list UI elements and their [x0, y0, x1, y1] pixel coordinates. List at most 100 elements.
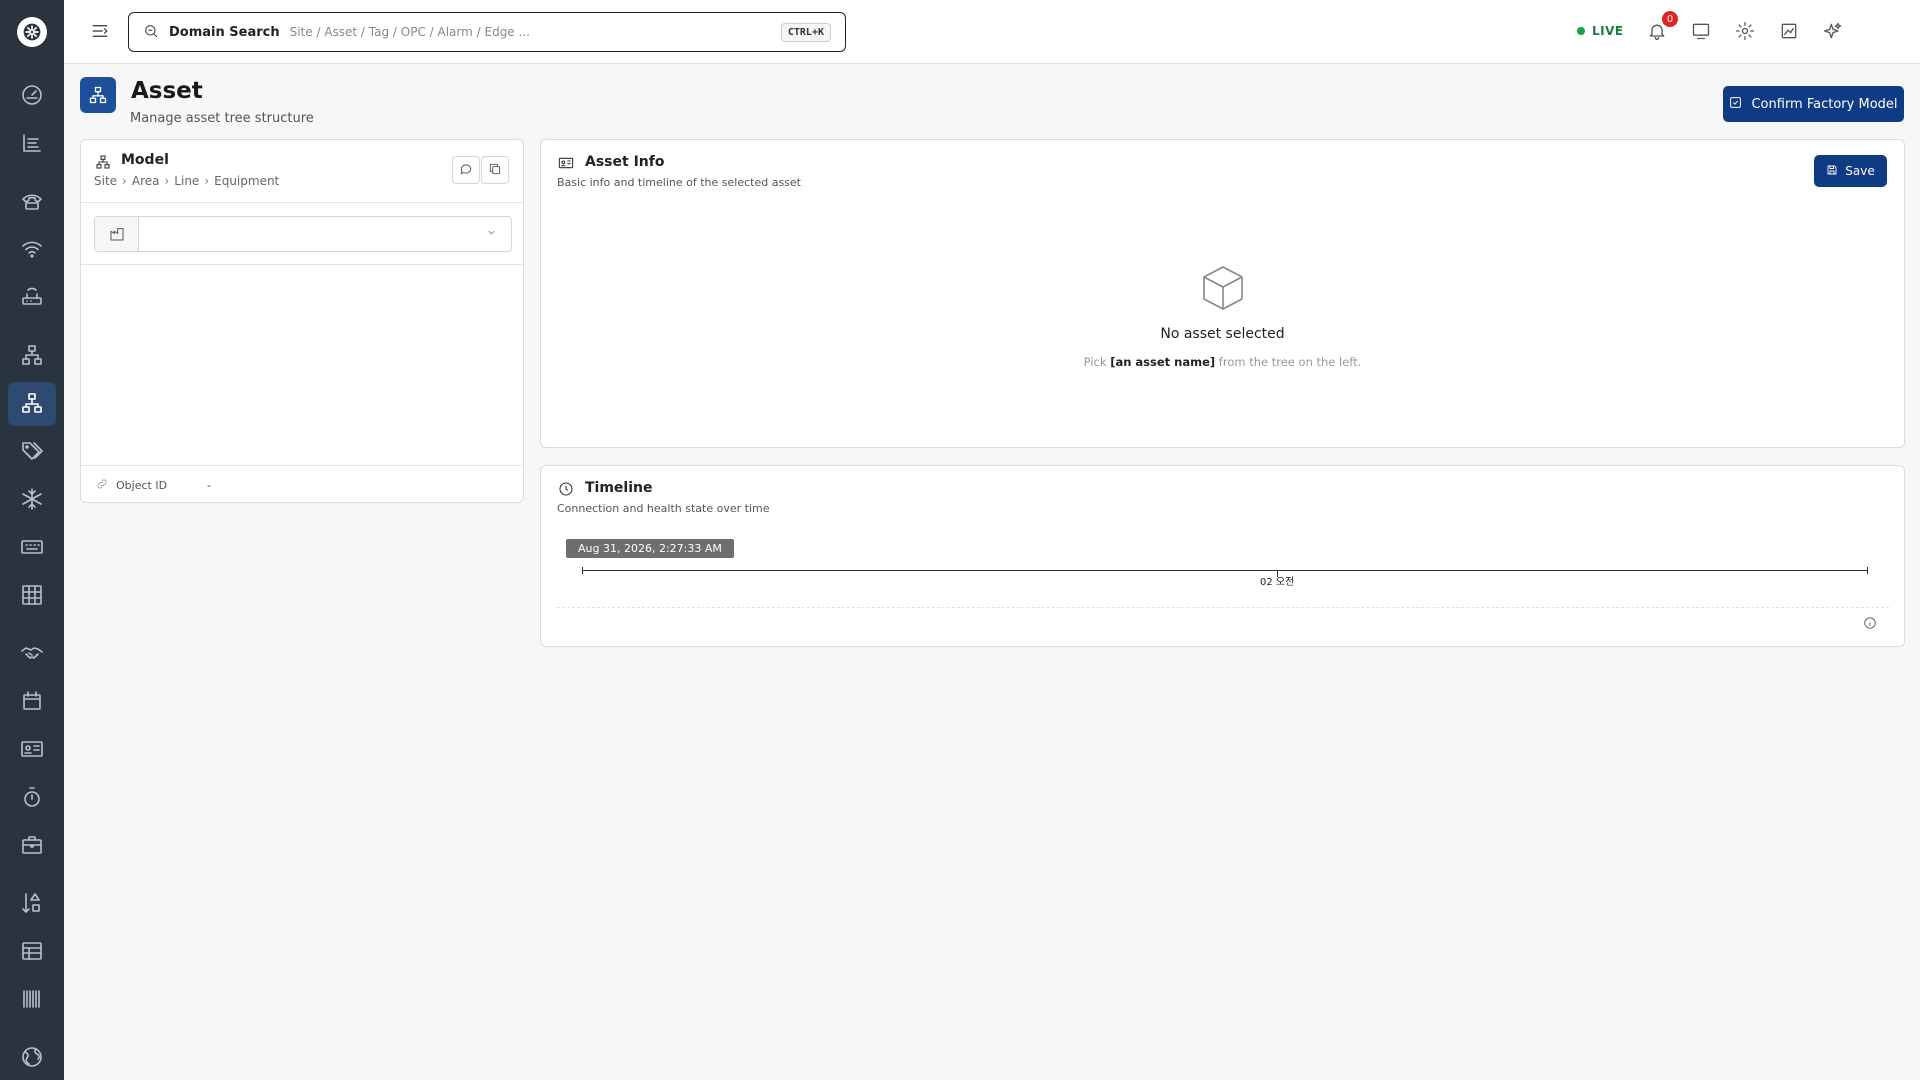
search-placeholder: Site / Asset / Tag / OPC / Alarm / Edge …: [289, 25, 530, 39]
sidebar-item-list[interactable]: [8, 122, 56, 166]
table-icon: [20, 939, 44, 966]
grid-icon: [20, 583, 44, 610]
sidebar-item-hierarchy[interactable]: [8, 334, 56, 378]
sidebar-item-timer[interactable]: [8, 776, 56, 820]
phone-icon: [20, 189, 44, 216]
empty-state-title: No asset selected: [1160, 326, 1285, 342]
timeline-tick: [1867, 567, 1868, 574]
timeline-subtitle: Connection and health state over time: [557, 502, 770, 515]
breadcrumb-area[interactable]: Area: [132, 174, 160, 188]
sidebar-item-barcode[interactable]: [8, 978, 56, 1022]
divider: [81, 202, 523, 203]
empty-hint-asset-name: [an asset name]: [1110, 355, 1216, 369]
domain-search-input[interactable]: Domain Search Site / Asset / Tag / OPC /…: [128, 12, 846, 52]
sidebar: [0, 0, 64, 1080]
sidebar-item-id-card[interactable]: [8, 728, 56, 772]
sidebar-item-wifi[interactable]: [8, 228, 56, 272]
timeline-axis-label: 02 오전: [1260, 577, 1295, 588]
copy-button[interactable]: [481, 156, 509, 184]
asset-icon: [20, 391, 44, 418]
object-id-row: Object ID -: [96, 478, 211, 493]
timeline-axis[interactable]: [582, 570, 1868, 571]
confirm-factory-model-button[interactable]: Confirm Factory Model: [1723, 86, 1904, 122]
sort-shapes-icon: [20, 891, 44, 918]
topbar: Domain Search Site / Asset / Tag / OPC /…: [64, 0, 1920, 64]
asset-tree[interactable]: [81, 265, 523, 465]
empty-hint-pre: Pick: [1083, 355, 1107, 369]
cube-icon: [1201, 264, 1245, 315]
sidebar-item-dashboard[interactable]: [8, 74, 56, 118]
analytics-button[interactable]: [1777, 20, 1801, 44]
sidebar-item-router[interactable]: [8, 276, 56, 320]
tag-icon: [20, 439, 44, 466]
save-button[interactable]: Save: [1814, 155, 1887, 187]
breadcrumb-equipment[interactable]: Equipment: [214, 174, 279, 188]
router-icon: [20, 285, 44, 312]
asset-info-title: Asset Info: [585, 154, 665, 170]
snowflake-icon: [20, 487, 44, 514]
id-card-icon: [20, 737, 44, 764]
monitor-icon: [1691, 21, 1711, 44]
sidebar-item-briefcase[interactable]: [8, 824, 56, 868]
model-title: Model: [121, 152, 169, 168]
chevron-right-icon: ›: [164, 174, 170, 188]
asset-info-subtitle: Basic info and timeline of the selected …: [557, 176, 801, 189]
breadcrumb-site[interactable]: Site: [94, 174, 117, 188]
sidebar-item-sort-shapes[interactable]: [8, 882, 56, 926]
ai-assistant-button[interactable]: [1821, 20, 1845, 44]
page-subtitle: Manage asset tree structure: [130, 111, 314, 126]
timeline-current-time: Aug 31, 2026, 2:27:33 AM: [566, 539, 734, 558]
barcode-icon: [20, 987, 44, 1014]
chart-box-icon: [1779, 21, 1799, 44]
object-id-value: -: [207, 479, 212, 492]
sidebar-item-tag[interactable]: [8, 430, 56, 474]
search-label: Domain Search: [169, 24, 280, 40]
sidebar-item-table[interactable]: [8, 930, 56, 974]
comment-button[interactable]: [452, 156, 480, 184]
live-label: LIVE: [1592, 24, 1624, 38]
sparkles-icon: [1823, 21, 1843, 44]
sidebar-item-grid[interactable]: [8, 574, 56, 618]
sidebar-item-keyboard[interactable]: [8, 526, 56, 570]
chevron-right-icon: ›: [204, 174, 210, 188]
globe-icon: [20, 1045, 44, 1072]
id-card-icon: [558, 155, 574, 174]
page-asset-icon: [80, 77, 116, 113]
menu-toggle-icon: [91, 22, 109, 43]
sidebar-item-handshake[interactable]: [8, 632, 56, 676]
notification-count-badge: 0: [1662, 11, 1678, 27]
confirm-label: Confirm Factory Model: [1751, 96, 1898, 112]
hierarchy-icon: [95, 154, 111, 173]
object-id-label: Object ID: [116, 479, 168, 492]
wifi-icon: [20, 237, 44, 264]
sidebar-item-asset[interactable]: [8, 382, 56, 426]
live-status: LIVE: [1577, 24, 1624, 38]
factory-icon: [95, 217, 139, 251]
sidebar-item-phone[interactable]: [8, 180, 56, 224]
site-selector[interactable]: [94, 216, 512, 252]
chevron-down-icon: [486, 227, 497, 241]
info-icon[interactable]: [1863, 616, 1877, 633]
dashboard-icon: [20, 83, 44, 110]
handshake-icon: [20, 641, 44, 668]
model-panel: Model Site › Area › Line › Equipment Obj…: [80, 139, 524, 503]
sidebar-item-calendar[interactable]: [8, 680, 56, 724]
divider: [557, 607, 1889, 608]
link-icon: [96, 478, 116, 493]
menu-toggle-button[interactable]: [88, 20, 112, 44]
hierarchy-icon: [20, 343, 44, 370]
clock-icon: [558, 481, 574, 500]
sidebar-item-globe[interactable]: [8, 1036, 56, 1080]
save-label: Save: [1845, 164, 1875, 178]
list-icon: [20, 131, 44, 158]
breadcrumb-line[interactable]: Line: [174, 174, 199, 188]
chevron-right-icon: ›: [122, 174, 127, 188]
empty-state-hint: Pick [an asset name] from the tree on th…: [541, 355, 1904, 369]
settings-button[interactable]: [1733, 20, 1757, 44]
breadcrumb: Site › Area › Line › Equipment: [94, 174, 279, 188]
display-button[interactable]: [1689, 20, 1713, 44]
sidebar-item-snowflake[interactable]: [8, 478, 56, 522]
logo-icon[interactable]: [17, 17, 47, 47]
site-select-dropdown[interactable]: [139, 217, 511, 251]
divider: [81, 465, 523, 466]
